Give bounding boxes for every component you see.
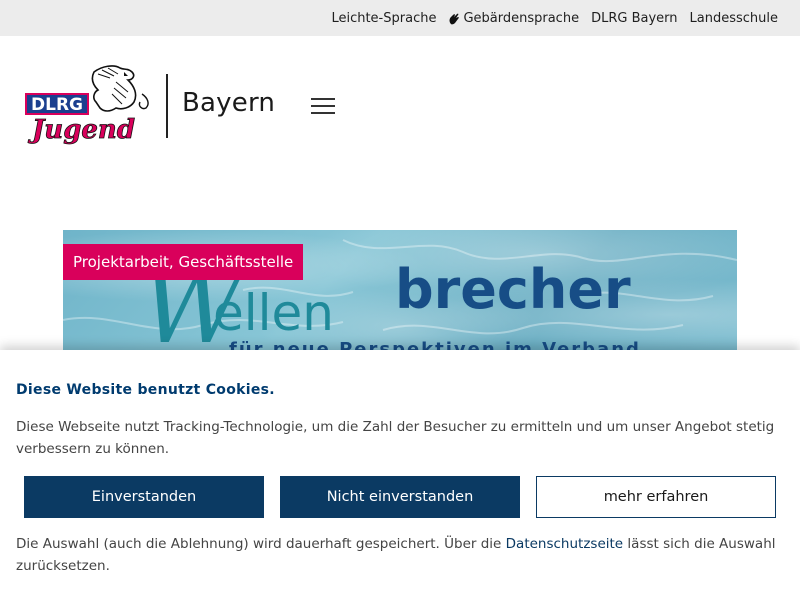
link-gebaerdensprache-label: Gebärdensprache: [463, 10, 580, 26]
sign-language-icon: [449, 13, 460, 24]
region-title: Bayern: [182, 88, 276, 118]
menu-bar: [311, 105, 335, 107]
link-dlrg-bayern[interactable]: DLRG Bayern: [591, 11, 677, 26]
svg-text:Jugend: Jugend: [27, 115, 135, 145]
privacy-page-link[interactable]: Datenschutzseite: [506, 536, 623, 552]
top-utility-bar: Leichte-Sprache Gebärdensprache DLRG Bay…: [0, 0, 800, 36]
link-gebaerdensprache[interactable]: Gebärdensprache: [448, 11, 579, 26]
cookie-banner: Diese Website benutzt Cookies. Diese Web…: [0, 350, 800, 600]
cookie-note: Die Auswahl (auch die Ablehnung) wird da…: [16, 533, 786, 577]
dlrg-jugend-logo[interactable]: DLRG Jugend: [24, 64, 154, 150]
logo-graphic: DLRG Jugend: [25, 65, 149, 145]
category-tag[interactable]: Projektarbeit, Geschäftsstelle: [63, 244, 304, 280]
learn-more-button[interactable]: mehr erfahren: [536, 476, 776, 518]
menu-bar: [311, 98, 335, 100]
cookie-title: Diese Website benutzt Cookies.: [16, 382, 275, 398]
hamburger-menu-button[interactable]: [311, 96, 339, 116]
svg-text:DLRG: DLRG: [31, 95, 83, 115]
logo-divider: [166, 74, 168, 138]
accept-cookies-button[interactable]: Einverstanden: [24, 476, 264, 518]
cookie-note-start: Die Auswahl (auch die Ablehnung) wird da…: [16, 536, 506, 552]
eagle-icon: [91, 65, 149, 112]
menu-bar: [311, 112, 335, 114]
cookie-description: Diese Webseite nutzt Tracking-Technologi…: [16, 419, 775, 457]
headline-part1: ellen: [213, 284, 334, 342]
decline-cookies-button[interactable]: Nicht einverstanden: [280, 476, 520, 518]
top-links: Leichte-Sprache Gebärdensprache DLRG Bay…: [319, 0, 800, 36]
link-leichte-sprache[interactable]: Leichte-Sprache: [331, 11, 436, 26]
link-landesschule[interactable]: Landesschule: [690, 11, 778, 26]
headline-part2: brecher: [395, 258, 631, 321]
